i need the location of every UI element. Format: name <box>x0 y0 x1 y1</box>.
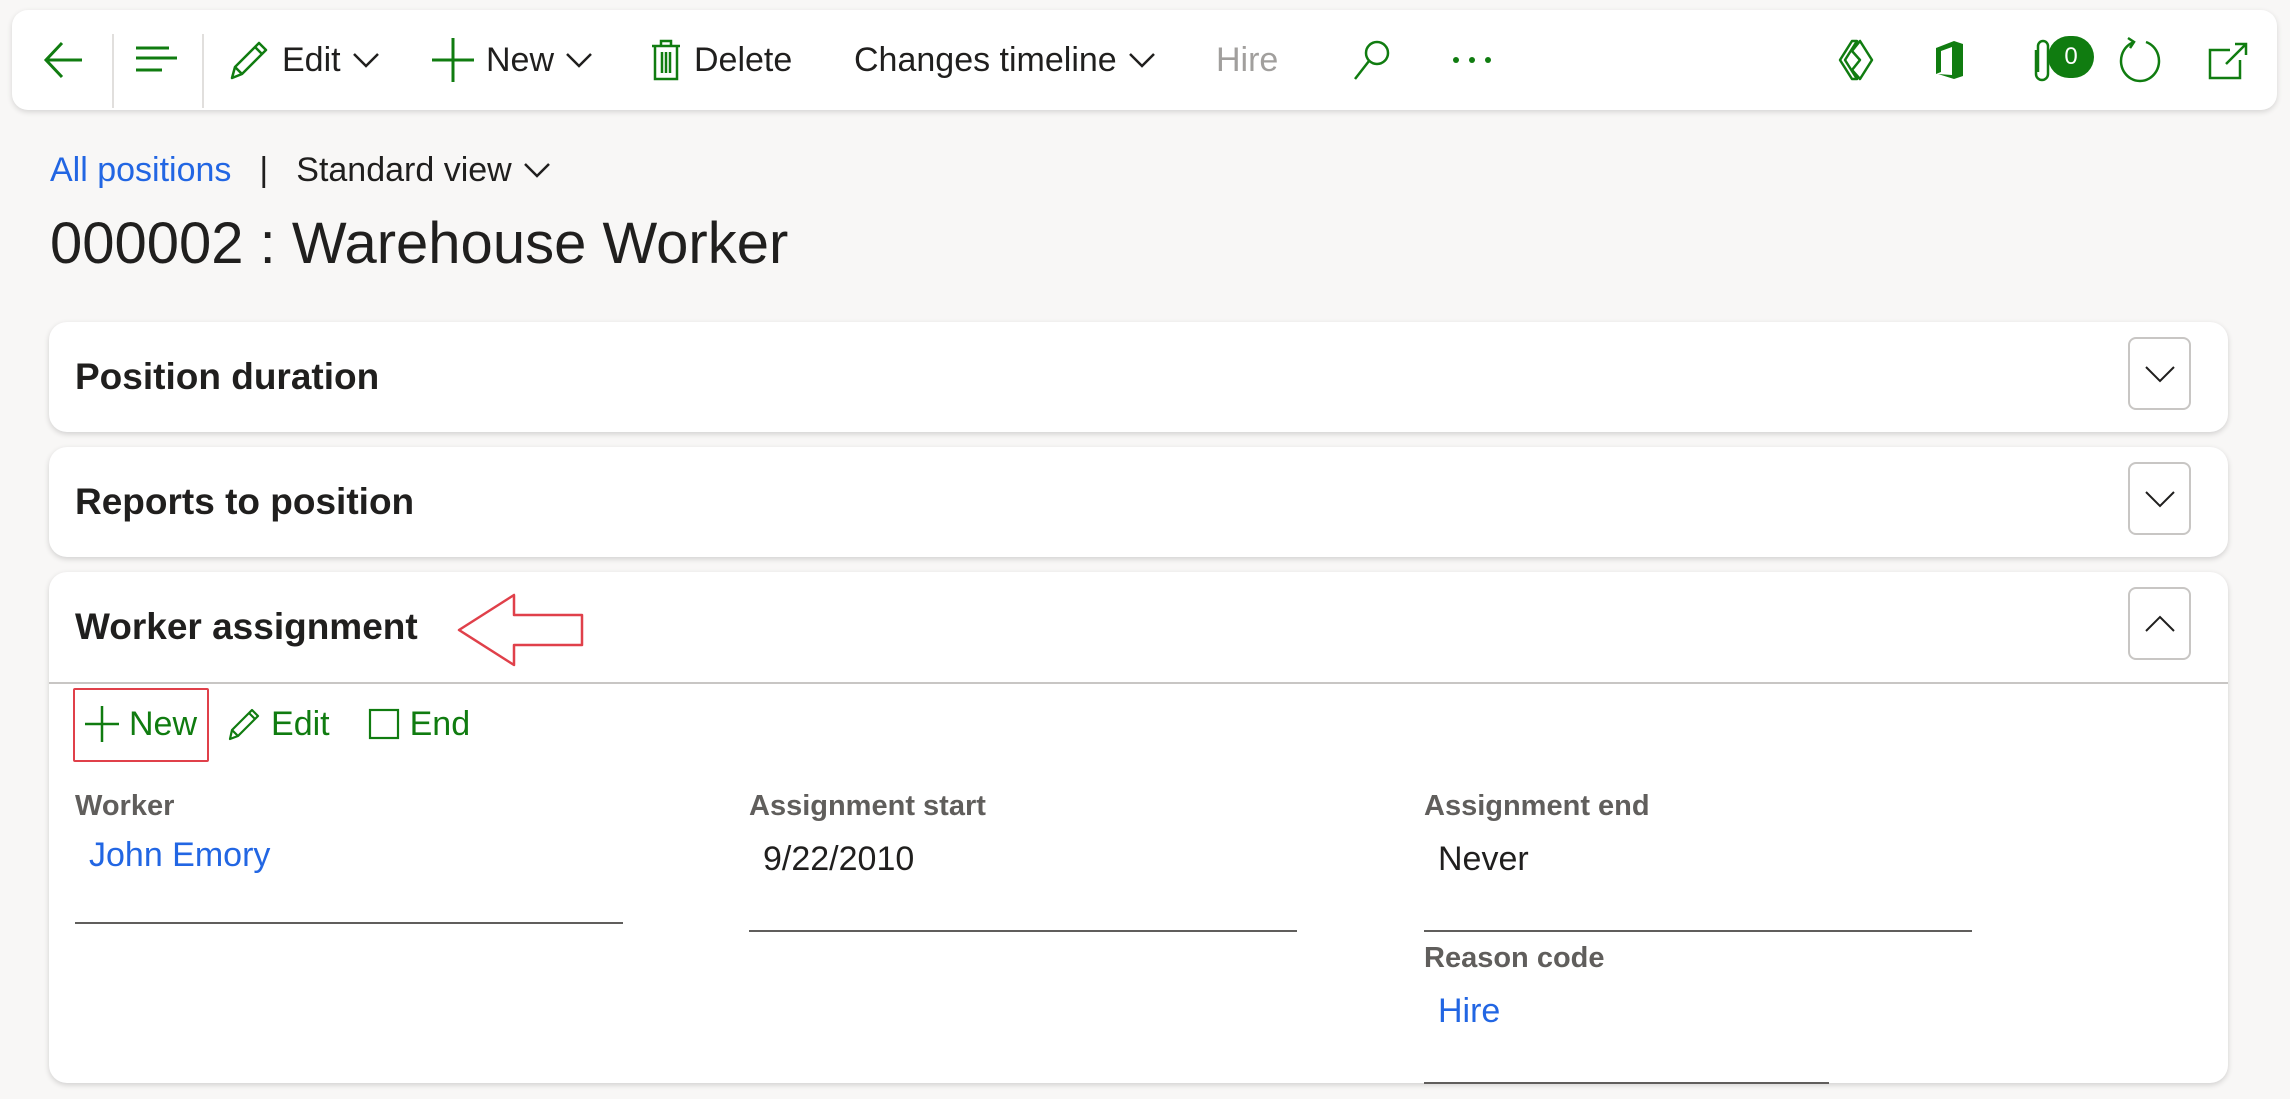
edit-assignment-button[interactable]: Edit <box>227 705 330 744</box>
new-assignment-button[interactable]: New <box>73 686 210 762</box>
edit-assignment-label: Edit <box>271 704 330 743</box>
arrow-left-icon <box>43 41 82 79</box>
chevron-up-icon <box>2144 615 2175 632</box>
assignment-start-label: Assignment start <box>749 790 986 822</box>
annotation-arrow-icon <box>457 593 584 667</box>
worker-field: Worker John Emory <box>75 790 625 924</box>
lines-icon <box>136 46 177 72</box>
section-position-duration: Position duration <box>49 322 2228 432</box>
more-options-button[interactable] <box>1452 10 1492 110</box>
worker-underline <box>75 922 623 924</box>
hire-button[interactable]: Hire <box>1216 10 1278 110</box>
end-assignment-button[interactable]: End <box>368 704 471 744</box>
collapse-button[interactable] <box>2128 587 2191 660</box>
ellipsis-icon <box>1453 57 1491 63</box>
page-title: 000002 : Warehouse Worker <box>50 211 789 276</box>
section-header[interactable]: Worker assignment <box>49 572 2228 682</box>
refresh-icon <box>2119 36 2161 83</box>
search-icon <box>1354 40 1390 80</box>
delete-label: Delete <box>694 40 793 79</box>
section-reports-to-position: Reports to position <box>49 447 2228 557</box>
assignment-start-value[interactable]: 9/22/2010 <box>749 840 914 879</box>
reason-code-field: Reason code Hire <box>1424 942 1844 1084</box>
expand-button[interactable] <box>2128 337 2191 410</box>
assignment-end-label: Assignment end <box>1424 790 1650 822</box>
section-title: Worker assignment <box>75 606 418 647</box>
chevron-down-icon <box>1128 53 1155 68</box>
changes-timeline-button[interactable]: Changes timeline <box>854 10 1155 110</box>
navigation-menu-button[interactable] <box>136 10 180 110</box>
pencil-icon <box>230 41 268 80</box>
section-header[interactable]: Position duration <box>49 322 2228 432</box>
edit-button[interactable]: Edit <box>228 10 379 110</box>
open-new-window-icon <box>2208 42 2248 80</box>
assignment-end-field: Assignment end Never <box>1424 790 1974 932</box>
section-worker-assignment: Worker assignment New Edit End Worker Jo… <box>49 572 2228 1084</box>
changes-timeline-label: Changes timeline <box>854 40 1117 79</box>
assignment-end-underline <box>1424 930 1972 932</box>
chevron-down-icon <box>566 53 592 68</box>
office-icon <box>1936 41 1963 79</box>
section-header[interactable]: Reports to position <box>49 447 2228 557</box>
breadcrumb: All positions | Standard view <box>50 145 550 195</box>
section-divider <box>49 682 2228 684</box>
power-apps-icon <box>1838 39 1874 81</box>
delete-button[interactable]: Delete <box>650 10 792 110</box>
worker-label: Worker <box>75 790 175 822</box>
power-apps-button[interactable] <box>1838 10 1880 110</box>
back-button[interactable] <box>42 10 86 110</box>
all-positions-link[interactable]: All positions <box>50 151 231 190</box>
new-button[interactable]: New <box>432 10 592 110</box>
reason-code-label: Reason code <box>1424 942 1605 974</box>
pencil-icon <box>228 708 260 741</box>
worker-assignment-actions: New Edit End <box>73 686 508 762</box>
new-assignment-label: New <box>129 704 198 743</box>
section-title: Position duration <box>75 356 380 397</box>
view-selector-label: Standard view <box>296 150 512 189</box>
office-button[interactable] <box>1932 10 1966 110</box>
attachment-count-badge: 0 <box>2048 36 2094 78</box>
square-icon <box>368 708 399 740</box>
hire-label: Hire <box>1216 40 1279 79</box>
toolbar-divider <box>112 34 114 108</box>
chevron-down-icon <box>352 53 379 68</box>
assignment-start-field: Assignment start 9/22/2010 <box>749 790 1299 932</box>
worker-value-link[interactable]: John Emory <box>75 836 270 875</box>
trash-icon <box>652 39 680 81</box>
refresh-button[interactable] <box>2118 10 2162 110</box>
search-button[interactable] <box>1352 10 1392 110</box>
chevron-down-icon <box>2144 365 2175 382</box>
reason-code-underline <box>1424 1082 1829 1084</box>
open-in-new-window-button[interactable] <box>2208 10 2248 110</box>
plus-icon <box>432 38 474 82</box>
expand-button[interactable] <box>2128 462 2191 535</box>
chevron-down-icon <box>2144 490 2175 507</box>
end-assignment-label: End <box>409 704 471 743</box>
reason-code-value-link[interactable]: Hire <box>1424 992 1500 1031</box>
new-label: New <box>486 40 555 79</box>
edit-label: Edit <box>282 40 341 79</box>
chevron-down-icon <box>523 163 550 178</box>
view-selector[interactable]: Standard view <box>296 150 550 190</box>
plus-icon <box>85 706 119 742</box>
assignment-end-value[interactable]: Never <box>1424 840 1529 879</box>
toolbar-divider <box>202 34 204 108</box>
section-title: Reports to position <box>75 481 415 522</box>
assignment-start-underline <box>749 930 1297 932</box>
breadcrumb-separator: | <box>259 150 269 189</box>
action-pane: Edit New Delete Changes timeline Hire 0 <box>12 10 2277 110</box>
